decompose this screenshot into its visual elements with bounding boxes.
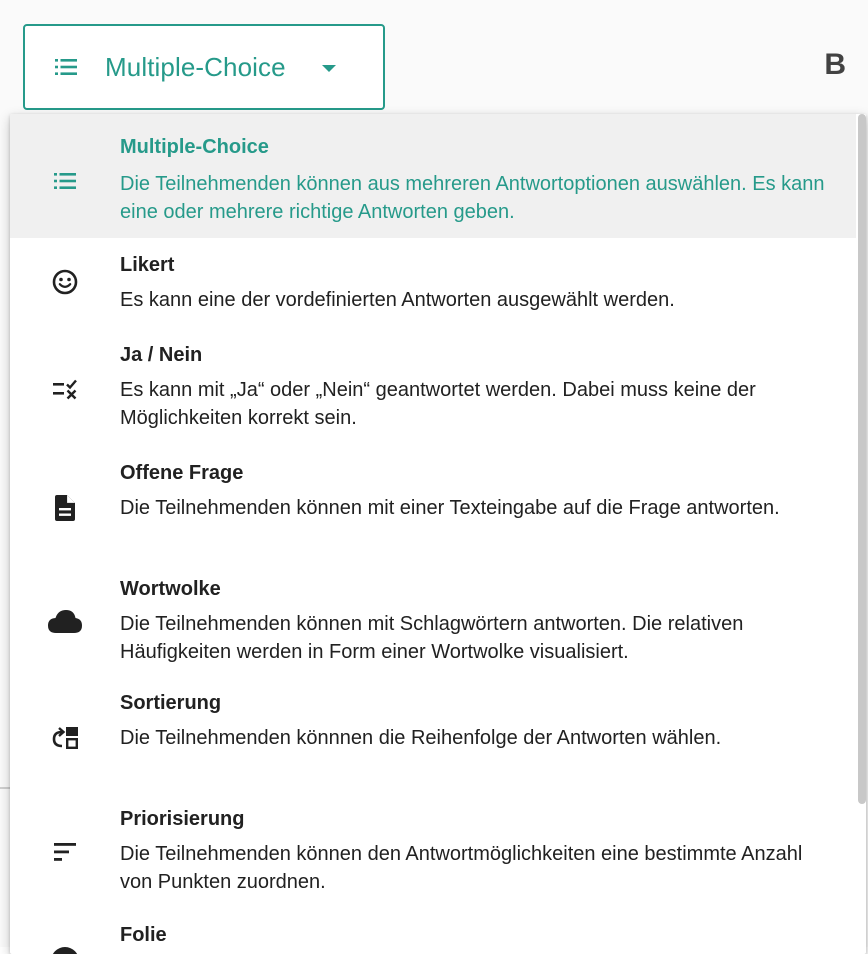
document-icon — [48, 491, 82, 525]
format-dropdown-menu: Multiple-Choice Die Teilnehmenden können… — [10, 114, 866, 954]
menu-item-description: Die Teilnehmenden könnnen die Reihenfolg… — [120, 727, 722, 749]
menu-item-prioritization[interactable]: Priorisierung Die Teilnehmenden können d… — [10, 794, 856, 910]
format-select[interactable]: Multiple-Choice — [23, 24, 385, 110]
priority-icon — [48, 835, 82, 869]
menu-item-title: Wortwolke — [120, 578, 221, 600]
menu-scrollbar[interactable] — [858, 114, 866, 804]
side-heading-letter: B — [824, 48, 846, 81]
smiley-icon — [48, 265, 82, 299]
list-icon — [48, 164, 82, 198]
menu-item-title: Sortierung — [120, 692, 222, 714]
menu-item-description: Die Teilnehmenden können mit Schlagwörte… — [120, 613, 744, 663]
select-value: Multiple-Choice — [105, 51, 286, 82]
menu-item-sorting[interactable]: Sortierung Die Teilnehmenden könnnen die… — [10, 678, 856, 794]
menu-item-slide[interactable]: Folie — [10, 910, 856, 954]
menu-item-description: Die Teilnehmenden können mit einer Texte… — [120, 497, 780, 519]
menu-item-title: Folie — [120, 924, 167, 946]
menu-item-likert[interactable]: Likert Es kann eine der vordefinierten A… — [10, 238, 856, 330]
menu-item-title: Ja / Nein — [120, 344, 203, 366]
cloud-icon — [48, 605, 82, 639]
menu-item-open-question[interactable]: Offene Frage Die Teilnehmenden können mi… — [10, 448, 856, 564]
menu-item-description: Es kann eine der vordefinierten Antworte… — [120, 289, 675, 311]
menu-item-title: Likert — [120, 254, 175, 276]
dropdown-arrow-icon — [321, 65, 336, 72]
menu-item-title: Priorisierung — [120, 808, 245, 830]
menu-item-title: Multiple-Choice — [120, 136, 269, 158]
sort-icon — [48, 721, 82, 755]
menu-item-multiple-choice[interactable]: Multiple-Choice Die Teilnehmenden können… — [10, 114, 856, 238]
menu-item-word-cloud[interactable]: Wortwolke Die Teilnehmenden können mit S… — [10, 564, 856, 678]
menu-item-description: Die Teilnehmenden können aus mehreren An… — [120, 173, 825, 223]
list-icon — [55, 58, 77, 76]
slide-icon — [48, 944, 82, 954]
menu-item-yes-no[interactable]: Ja / Nein Es kann mit „Ja“ oder „Nein“ g… — [10, 330, 856, 448]
menu-item-description: Es kann mit „Ja“ oder „Nein“ geantwortet… — [120, 379, 756, 429]
menu-item-description: Die Teilnehmenden können den Antwortmögl… — [120, 843, 803, 893]
menu-item-title: Offene Frage — [120, 462, 244, 484]
checklist-icon — [48, 373, 82, 407]
